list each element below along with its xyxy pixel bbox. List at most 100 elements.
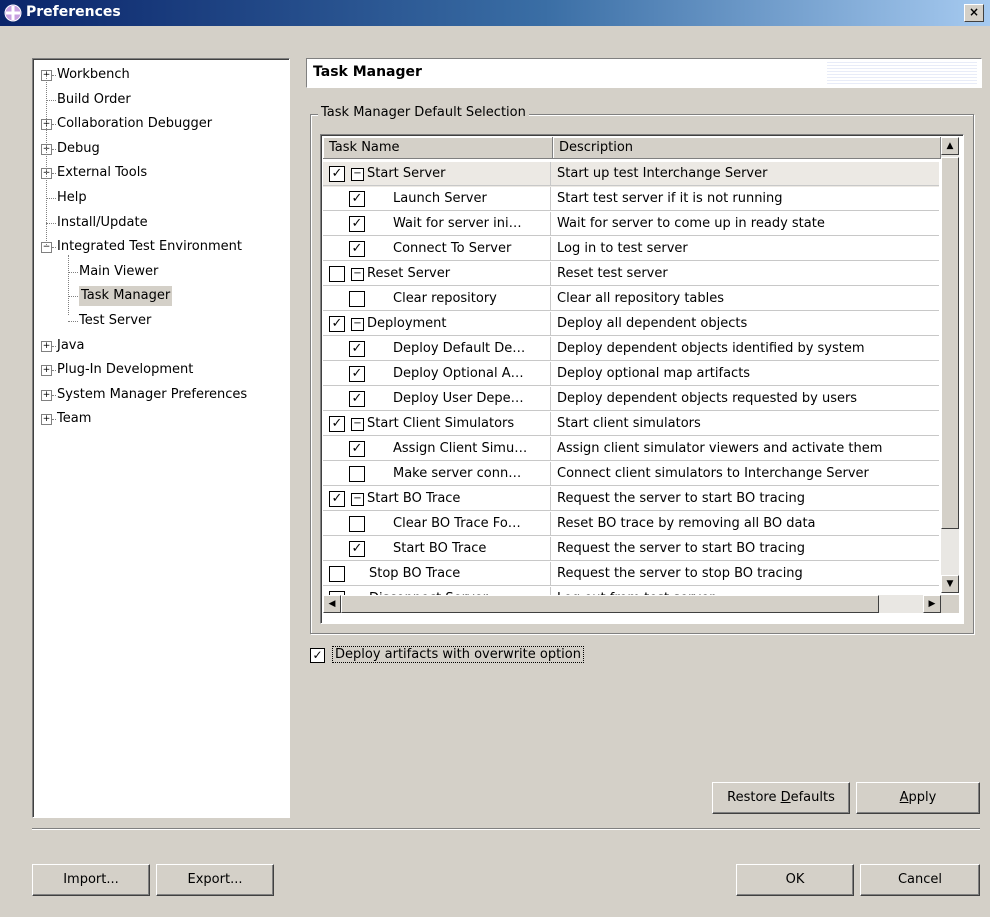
task-name: Deploy Default De… bbox=[393, 341, 526, 356]
tree-item-test-server[interactable]: Test Server bbox=[33, 311, 283, 331]
import-button[interactable]: Import... bbox=[32, 864, 150, 896]
scroll-left-button[interactable]: ◀ bbox=[323, 595, 341, 613]
export-button[interactable]: Export... bbox=[156, 864, 274, 896]
task-row-wait-for-server-ini[interactable]: ✓ Wait for server ini… Wait for server to … bbox=[323, 212, 939, 237]
deploy-overwrite-label[interactable]: Deploy artifacts with overwrite option bbox=[332, 646, 584, 663]
task-row-start-bo-trace[interactable]: ✓ Start BO Trace Request the server to sta… bbox=[323, 537, 939, 562]
unchecked-checkbox[interactable] bbox=[329, 566, 345, 582]
tree-item-task-manager[interactable]: Task Manager bbox=[33, 286, 283, 307]
horizontal-scroll-thumb[interactable] bbox=[341, 595, 879, 613]
checked-checkbox[interactable]: ✓ bbox=[349, 216, 365, 232]
tree-item-build-order[interactable]: Build Order bbox=[33, 90, 283, 110]
task-description: Clear all repository tables bbox=[551, 287, 939, 311]
task-row-start-server[interactable]: ✓ − Start Server Start up test Interchange … bbox=[323, 162, 939, 187]
unchecked-checkbox[interactable] bbox=[349, 466, 365, 482]
task-row-reset-server[interactable]: − Reset Server Reset test server bbox=[323, 262, 939, 287]
collapse-icon[interactable]: − bbox=[351, 318, 364, 331]
page-header: Task Manager bbox=[306, 58, 982, 88]
tree-item-label: Task Manager bbox=[79, 286, 173, 307]
task-row-make-server-conn[interactable]: Make server conn… Connect client simulato… bbox=[323, 462, 939, 487]
restore-defaults-label-post: efaults bbox=[790, 790, 835, 805]
task-name-cell: Clear BO Trace Fo… bbox=[323, 512, 551, 536]
checked-checkbox[interactable]: ✓ bbox=[349, 541, 365, 557]
task-name-cell: ✓ Deploy Optional A… bbox=[323, 362, 551, 386]
checked-checkbox[interactable]: ✓ bbox=[349, 366, 365, 382]
unchecked-checkbox[interactable] bbox=[349, 516, 365, 532]
collapse-icon[interactable]: − bbox=[351, 168, 364, 181]
checked-checkbox[interactable]: ✓ bbox=[349, 191, 365, 207]
task-row-clear-bo-trace-fo[interactable]: Clear BO Trace Fo… Reset BO trace by remo… bbox=[323, 512, 939, 537]
cancel-button[interactable]: Cancel bbox=[860, 864, 980, 896]
tree-item-plug-in-development[interactable]: + Plug-In Development bbox=[33, 360, 283, 380]
task-row-stop-bo-trace[interactable]: Stop BO Trace Request the server to stop … bbox=[323, 562, 939, 587]
unchecked-checkbox[interactable] bbox=[329, 266, 345, 282]
tree-item-integrated-test-environment[interactable]: − Integrated Test Environment bbox=[33, 237, 283, 257]
checked-checkbox[interactable]: ✓ bbox=[349, 441, 365, 457]
tree-item-debug[interactable]: + Debug bbox=[33, 139, 283, 159]
task-name-cell: ✓ Connect To Server bbox=[323, 237, 551, 261]
tree-item-java[interactable]: + Java bbox=[33, 336, 283, 356]
tree-item-workbench[interactable]: + Workbench bbox=[33, 65, 283, 85]
tree-item-main-viewer[interactable]: Main Viewer bbox=[33, 262, 283, 282]
checked-checkbox[interactable]: ✓ bbox=[329, 316, 345, 332]
tree-item-label: Plug-In Development bbox=[57, 362, 194, 378]
checked-checkbox[interactable]: ✓ bbox=[349, 341, 365, 357]
deploy-overwrite-checkbox[interactable]: ✓ bbox=[310, 648, 325, 663]
tree-item-collaboration-debugger[interactable]: + Collaboration Debugger bbox=[33, 114, 283, 134]
tree-connector bbox=[52, 173, 56, 175]
tree-item-external-tools[interactable]: + External Tools bbox=[33, 163, 283, 183]
tree-connector bbox=[68, 271, 78, 273]
task-row-connect-to-server[interactable]: ✓ Connect To Server Log in to test server bbox=[323, 237, 939, 262]
checked-checkbox[interactable]: ✓ bbox=[349, 241, 365, 257]
collapse-icon[interactable]: − bbox=[351, 418, 364, 431]
ok-button[interactable]: OK bbox=[736, 864, 854, 896]
task-name: Start BO Trace bbox=[393, 541, 487, 556]
vertical-scroll-thumb[interactable] bbox=[941, 157, 959, 529]
task-row-deployment[interactable]: ✓ − Deployment Deploy all dependent objects bbox=[323, 312, 939, 337]
checked-checkbox[interactable]: ✓ bbox=[329, 416, 345, 432]
task-row-start-bo-trace[interactable]: ✓ − Start BO Trace Request the server to st… bbox=[323, 487, 939, 512]
checked-checkbox[interactable]: ✓ bbox=[349, 391, 365, 407]
task-row-deploy-optional-a[interactable]: ✓ Deploy Optional A… Deploy optional map a… bbox=[323, 362, 939, 387]
apply-button[interactable]: Apply bbox=[856, 782, 980, 814]
task-description: Reset BO trace by removing all BO data bbox=[551, 512, 939, 536]
scroll-right-button[interactable]: ▶ bbox=[923, 595, 941, 613]
task-description: Start client simulators bbox=[551, 412, 939, 436]
scroll-up-button[interactable]: ▲ bbox=[941, 137, 959, 155]
collapse-icon[interactable]: − bbox=[351, 268, 364, 281]
expand-icon[interactable]: + bbox=[41, 414, 52, 426]
checked-checkbox[interactable]: ✓ bbox=[329, 166, 345, 182]
task-row-clear-repository[interactable]: Clear repository Clear all repository tab… bbox=[323, 287, 939, 312]
tree-item-system-manager-preferences[interactable]: + System Manager Preferences bbox=[33, 385, 283, 405]
column-header-description[interactable]: Description bbox=[553, 137, 941, 159]
tree-item-team[interactable]: + Team bbox=[33, 409, 283, 429]
task-name: Wait for server ini… bbox=[393, 216, 522, 231]
close-button[interactable]: × bbox=[964, 4, 984, 22]
task-name-cell: − Reset Server bbox=[323, 262, 551, 286]
task-row-deploy-default-de[interactable]: ✓ Deploy Default De… Deploy dependent obje… bbox=[323, 337, 939, 362]
unchecked-checkbox[interactable] bbox=[349, 291, 365, 307]
task-row-start-client-simulators[interactable]: ✓ − Start Client Simulators Start client si… bbox=[323, 412, 939, 437]
tree-item-install-update[interactable]: Install/Update bbox=[33, 213, 283, 233]
task-name: Clear BO Trace Fo… bbox=[393, 516, 521, 531]
tree-item-help[interactable]: Help bbox=[33, 188, 283, 208]
column-header-task-name[interactable]: Task Name bbox=[323, 137, 553, 159]
scroll-down-button[interactable]: ▼ bbox=[941, 575, 959, 593]
expand-icon[interactable]: + bbox=[41, 365, 52, 377]
checked-checkbox[interactable]: ✓ bbox=[329, 491, 345, 507]
group-label: Task Manager Default Selection bbox=[318, 105, 529, 120]
horizontal-scrollbar[interactable]: ◀ ▶ bbox=[323, 595, 941, 613]
collapse-icon[interactable]: − bbox=[351, 493, 364, 506]
task-name-cell: Clear repository bbox=[323, 287, 551, 311]
task-description: Deploy all dependent objects bbox=[551, 312, 939, 336]
vertical-scrollbar[interactable]: ▲ ▼ bbox=[941, 137, 959, 593]
task-name: Deploy Optional A… bbox=[393, 366, 524, 381]
expand-icon[interactable]: + bbox=[41, 389, 52, 401]
tree-item-label: Help bbox=[57, 190, 87, 205]
restore-defaults-button[interactable]: Restore Defaults bbox=[712, 782, 850, 814]
expand-icon[interactable]: + bbox=[41, 340, 52, 352]
task-name: Clear repository bbox=[393, 291, 497, 306]
task-row-assign-client-simu[interactable]: ✓ Assign Client Simu… Assign client simula… bbox=[323, 437, 939, 462]
task-row-launch-server[interactable]: ✓ Launch Server Start test server if it is… bbox=[323, 187, 939, 212]
task-row-deploy-user-depe[interactable]: ✓ Deploy User Depe… Deploy dependent objec… bbox=[323, 387, 939, 412]
